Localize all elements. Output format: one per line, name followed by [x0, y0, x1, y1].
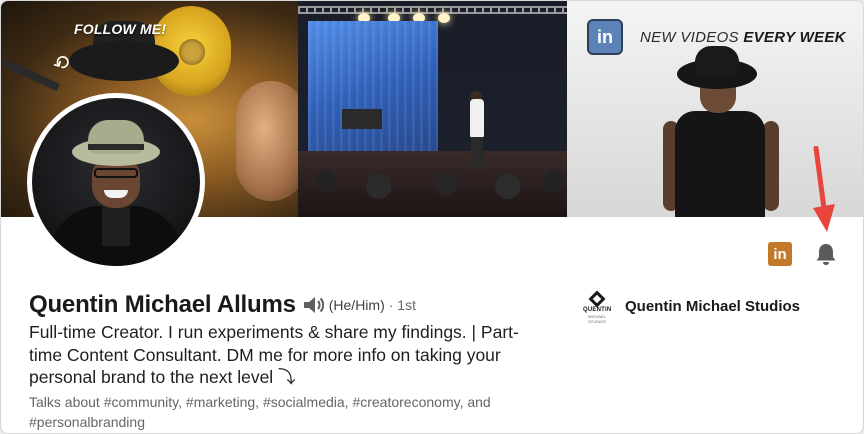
person-body-shape: [675, 111, 765, 217]
pronouns: (He/Him): [328, 297, 385, 313]
speaker-legs-shape: [471, 137, 483, 169]
current-company[interactable]: QUENTIN MICHAEL STUDIOS Quentin Michael …: [583, 290, 801, 324]
follow-me-text: FOLLOW ME!: [74, 21, 167, 37]
arrow-down-icon: [813, 146, 835, 232]
microphone-grille: [179, 39, 205, 65]
company-logo: QUENTIN MICHAEL STUDIOS: [583, 290, 612, 324]
audience-shape: [298, 166, 567, 217]
new-videos-text: NEW VIDEOS EVERY WEEK: [640, 29, 846, 46]
new-videos-bold: EVERY WEEK: [743, 29, 846, 46]
stage-light: [438, 13, 450, 23]
talks-about: Talks about #community, #marketing, #soc…: [29, 394, 491, 430]
podium-shape: [342, 109, 382, 129]
avatar-hat-band-shape: [88, 144, 144, 150]
linkedin-logo-icon: in: [587, 19, 623, 55]
company-logo-subtext: MICHAEL STUDIOS: [588, 314, 606, 324]
company-logo-text: QUENTIN: [583, 307, 612, 313]
avatar-photo: [32, 98, 200, 266]
bell-icon[interactable]: [813, 241, 839, 267]
avatar-collar-shape: [102, 206, 130, 246]
person-arm-shape: [763, 121, 779, 211]
avatar-glasses-shape: [94, 168, 138, 178]
new-videos-prefix: NEW VIDEOS: [640, 29, 744, 46]
profile-card: FOLLOW ME! ⟲ in NEW VIDEOS EVERY WEEK in…: [0, 0, 864, 434]
speaker-icon[interactable]: [302, 295, 324, 315]
profile-headline: Full-time Creator. I run experiments & s…: [29, 322, 519, 387]
stage-truss: [298, 6, 567, 14]
profile-name: Quentin Michael Allums: [29, 291, 296, 318]
speaker-body-shape: [470, 99, 484, 139]
company-name: Quentin Michael Studios: [625, 297, 801, 315]
name-row: Quentin Michael Allums (He/Him) · 1st: [29, 291, 416, 319]
swirl-arrow-icon: ⟲: [48, 50, 75, 78]
hat-crown-shape: [695, 46, 739, 76]
projection-screen-texture: [308, 21, 438, 161]
avatar[interactable]: [27, 93, 205, 271]
hat-brim-shape: [69, 41, 179, 81]
person-blur-shape: [236, 81, 298, 201]
connection-degree: · 1st: [388, 297, 416, 313]
banner-panel-stage: [298, 1, 567, 217]
linkedin-icon[interactable]: in: [768, 242, 792, 266]
